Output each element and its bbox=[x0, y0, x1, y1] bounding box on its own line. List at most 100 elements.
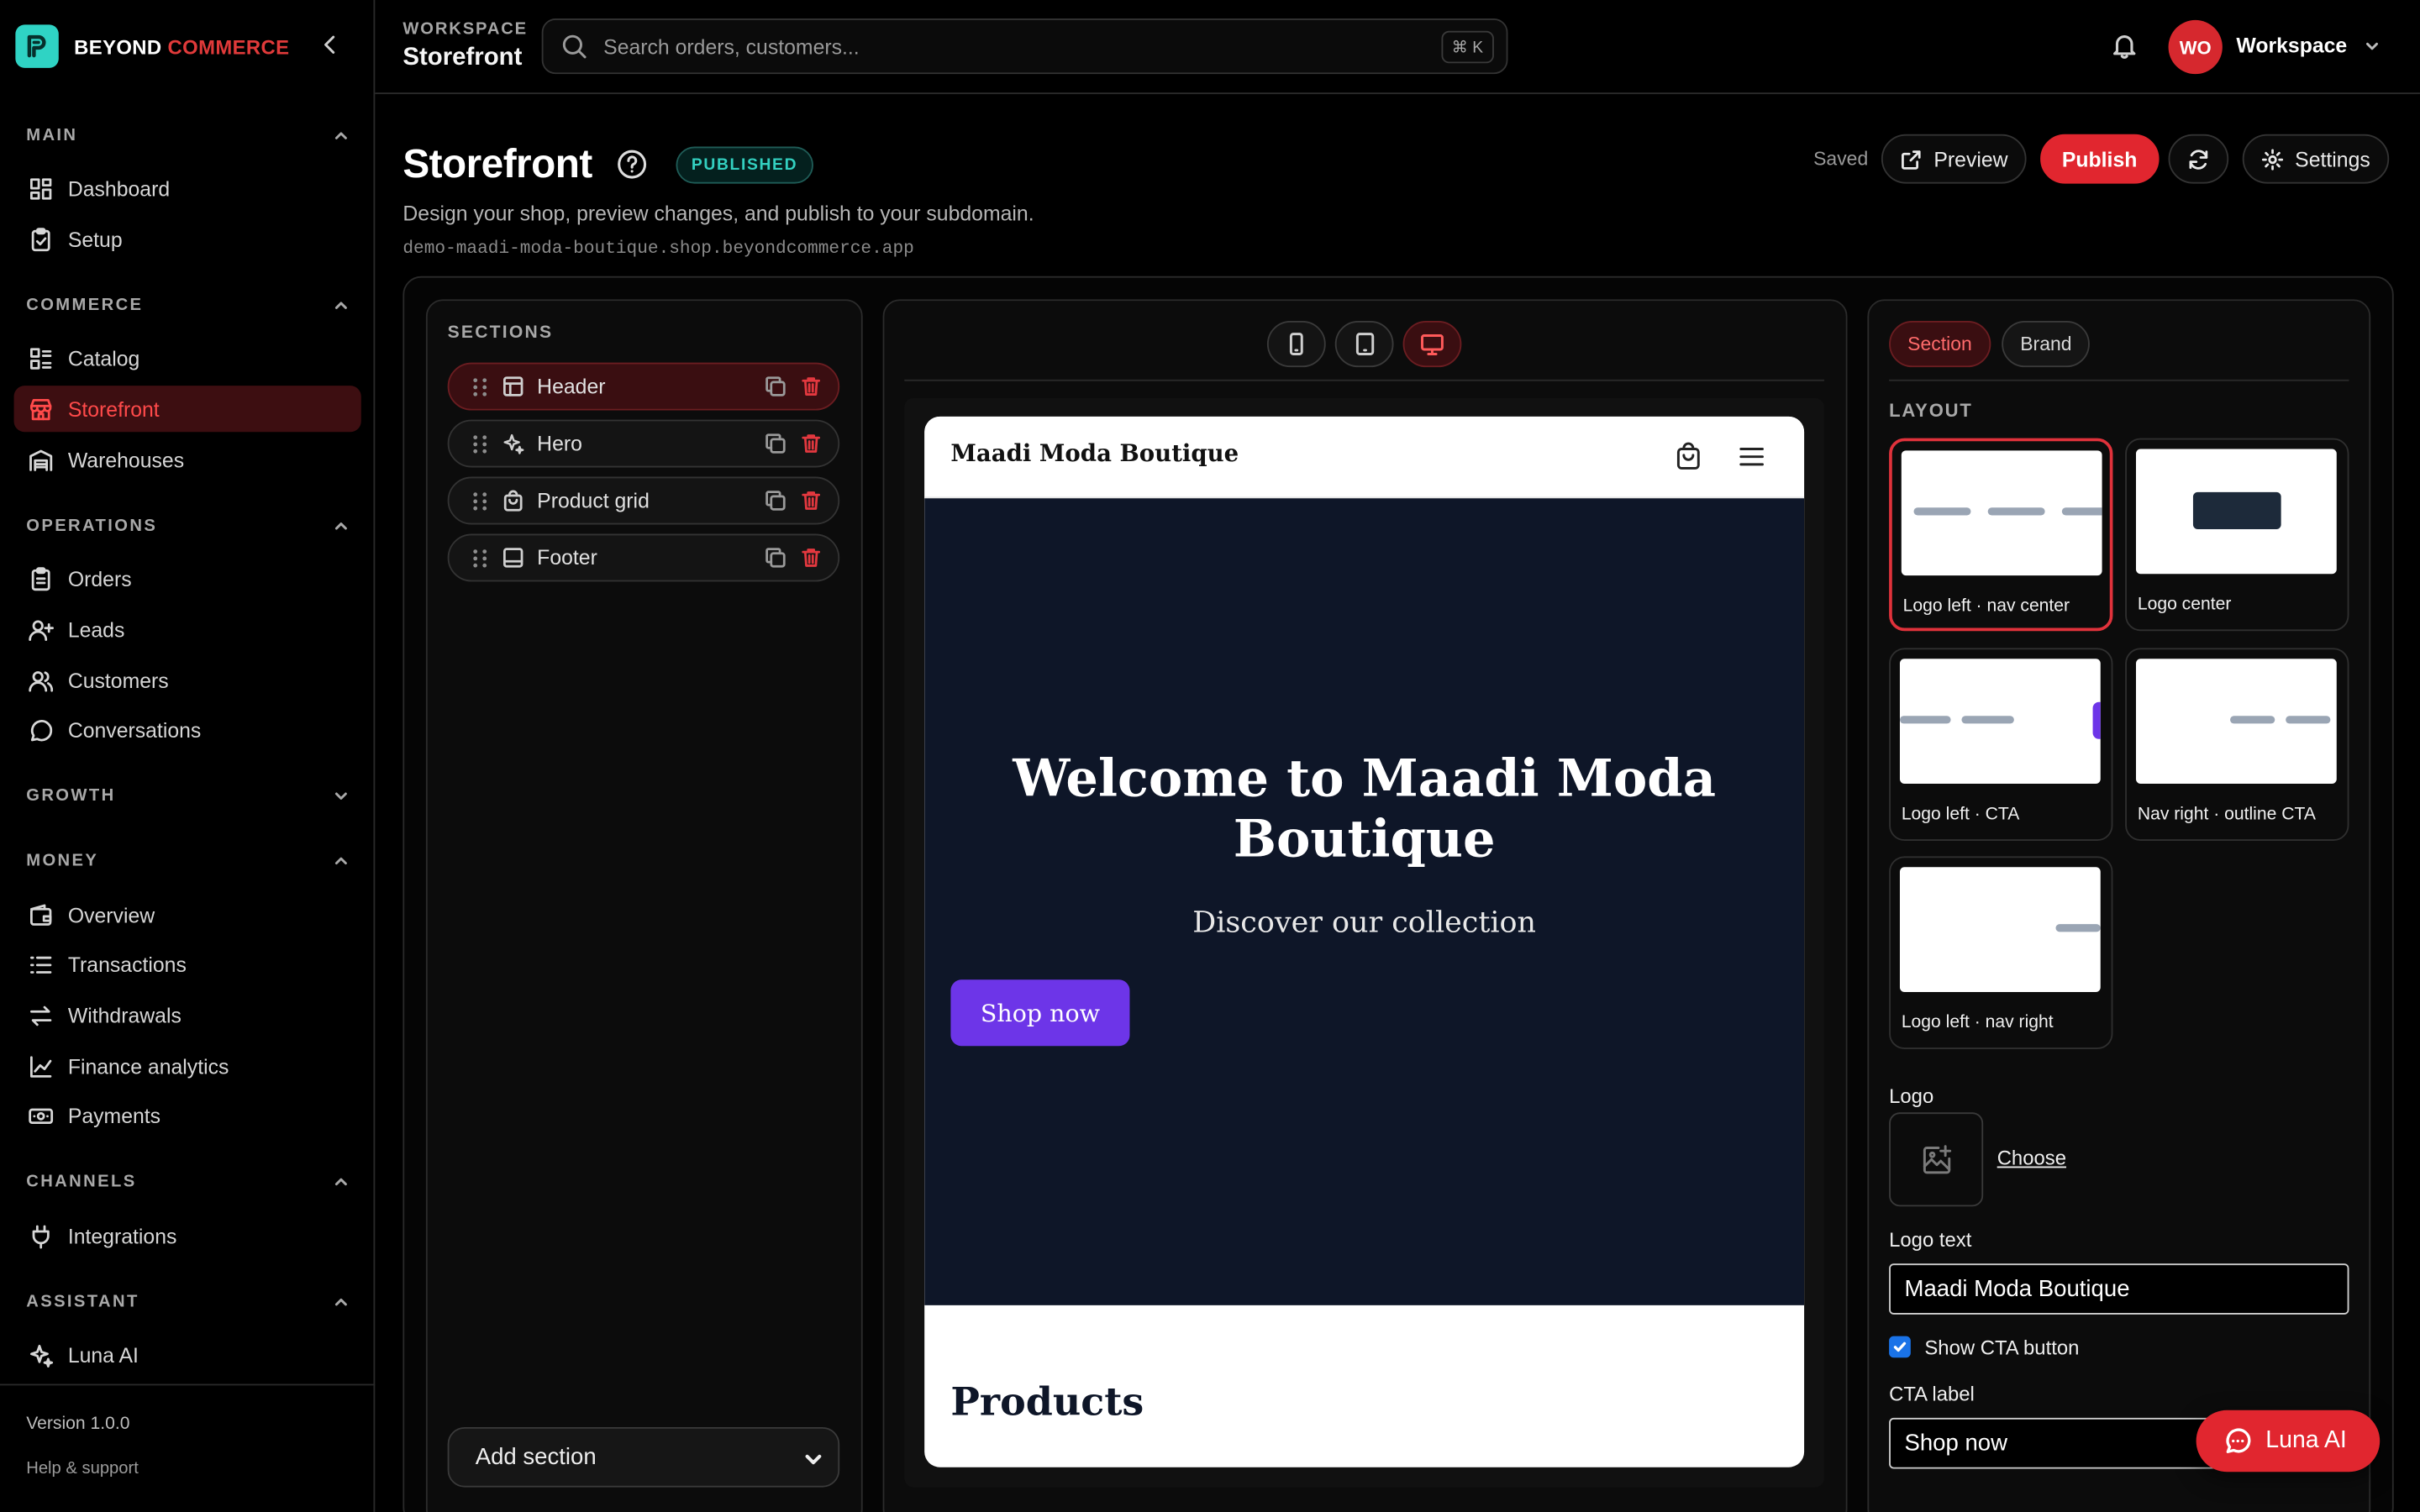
group-commerce[interactable]: COMMERCE bbox=[26, 297, 350, 315]
search-input[interactable] bbox=[603, 34, 1407, 58]
sidebar-item-integrations[interactable]: Integrations bbox=[14, 1213, 361, 1259]
group-label: MAIN bbox=[26, 126, 78, 145]
search-bar[interactable]: ⌘ K bbox=[541, 18, 1508, 75]
device-mobile-button[interactable] bbox=[1266, 321, 1326, 368]
layout-option-nav-right-outline-cta[interactable]: Nav right · outline CTA bbox=[2125, 648, 2349, 842]
sections-title: SECTIONS bbox=[447, 323, 554, 343]
clipboard-list-icon bbox=[31, 566, 50, 591]
luna-ai-button[interactable]: Luna AI bbox=[2196, 1410, 2381, 1473]
sidebar-divider bbox=[0, 1383, 376, 1386]
status-badge: PUBLISHED bbox=[676, 146, 813, 184]
collapse-sidebar-button[interactable] bbox=[318, 33, 342, 57]
section-item-header[interactable]: Header bbox=[447, 362, 840, 411]
preview-button[interactable]: Preview bbox=[1881, 134, 2027, 184]
help-support-link[interactable]: Help & support bbox=[26, 1460, 139, 1478]
layout-option-logo-left-nav-center[interactable]: Logo left · nav center bbox=[1889, 438, 2113, 632]
duplicate-icon[interactable] bbox=[764, 546, 787, 570]
brand[interactable]: BEYOND COMMERCE bbox=[15, 24, 290, 68]
section-item-label: Header bbox=[537, 375, 606, 398]
preview-hero[interactable]: Welcome to Maadi Moda Boutique Discover … bbox=[924, 498, 1805, 1305]
products-heading: Products bbox=[950, 1379, 1144, 1425]
refresh-icon bbox=[2189, 149, 2208, 169]
sidebar-item-finance-analytics[interactable]: Finance analytics bbox=[14, 1043, 361, 1089]
drag-handle-icon[interactable] bbox=[471, 547, 489, 569]
drag-handle-icon[interactable] bbox=[471, 490, 489, 512]
trash-icon[interactable] bbox=[799, 432, 823, 455]
user-plus-icon bbox=[29, 619, 54, 641]
show-cta-checkbox[interactable] bbox=[1889, 1336, 1911, 1358]
group-growth[interactable]: GROWTH bbox=[26, 787, 350, 806]
layout-thumbnail bbox=[2135, 659, 2337, 785]
nav-bar bbox=[2061, 507, 2102, 516]
sidebar-item-label: Overview bbox=[67, 903, 155, 927]
sidebar-item-orders[interactable]: Orders bbox=[14, 555, 361, 601]
group-label: ASSISTANT bbox=[26, 1293, 139, 1312]
hero-cta-button[interactable]: Shop now bbox=[950, 979, 1130, 1047]
section-item-footer[interactable]: Footer bbox=[447, 533, 840, 582]
settings-button[interactable]: Settings bbox=[2242, 134, 2389, 184]
device-desktop-button[interactable] bbox=[1402, 321, 1462, 368]
duplicate-icon[interactable] bbox=[764, 489, 787, 512]
sidebar-item-payments[interactable]: Payments bbox=[14, 1092, 361, 1138]
publish-button[interactable]: Publish bbox=[2040, 134, 2160, 184]
section-item-hero[interactable]: Hero bbox=[447, 419, 840, 468]
search-shortcut-badge: ⌘ K bbox=[1440, 30, 1494, 64]
shopping-bag-icon[interactable] bbox=[1673, 441, 1704, 472]
sidebar: BEYOND COMMERCE MAIN Dashboard Setup COM… bbox=[0, 0, 376, 1512]
trash-icon[interactable] bbox=[799, 546, 823, 570]
sidebar-item-catalog[interactable]: Catalog bbox=[14, 335, 361, 381]
arrows-exchange-icon bbox=[30, 1005, 52, 1026]
group-operations[interactable]: OPERATIONS bbox=[26, 517, 350, 535]
device-tablet-button[interactable] bbox=[1334, 321, 1394, 368]
group-assistant[interactable]: ASSISTANT bbox=[26, 1293, 350, 1311]
sidebar-item-luna-ai[interactable]: Luna AI bbox=[14, 1331, 361, 1378]
sidebar-item-warehouses[interactable]: Warehouses bbox=[14, 437, 361, 483]
logo-text-label: Logo text bbox=[1889, 1228, 1972, 1252]
choose-logo-link[interactable]: Choose bbox=[1997, 1147, 2066, 1170]
workspace-menu[interactable]: Workspace bbox=[2236, 34, 2381, 57]
sidebar-item-withdrawals[interactable]: Withdrawals bbox=[14, 992, 361, 1038]
preview-header[interactable]: Maadi Moda Boutique bbox=[924, 416, 1805, 499]
sidebar-item-label: Catalog bbox=[67, 346, 140, 370]
chevron-down-icon bbox=[334, 792, 347, 800]
menu-icon[interactable] bbox=[1736, 441, 1767, 472]
layout-option-logo-left-cta[interactable]: Logo left · CTA bbox=[1889, 648, 2113, 842]
sidebar-item-dashboard[interactable]: Dashboard bbox=[14, 165, 361, 212]
sidebar-item-setup[interactable]: Setup bbox=[14, 216, 361, 262]
layout-option-logo-left-nav-right[interactable]: Logo left · nav right bbox=[1889, 856, 2113, 1049]
sidebar-item-label: Customers bbox=[67, 669, 169, 692]
preview-button-label: Preview bbox=[1933, 147, 2008, 171]
group-main[interactable]: MAIN bbox=[26, 127, 350, 145]
sidebar-item-transactions[interactable]: Transactions bbox=[14, 941, 361, 987]
sidebar-item-leads[interactable]: Leads bbox=[14, 606, 361, 653]
sidebar-item-customers[interactable]: Customers bbox=[14, 657, 361, 703]
tab-section[interactable]: Section bbox=[1889, 321, 1991, 368]
sidebar-item-label: Integrations bbox=[67, 1224, 177, 1247]
section-item-product-grid[interactable]: Product grid bbox=[447, 476, 840, 525]
help-button[interactable] bbox=[616, 148, 649, 181]
chevron-up-icon bbox=[334, 522, 347, 530]
drag-handle-icon[interactable] bbox=[471, 375, 489, 397]
drag-handle-icon[interactable] bbox=[471, 433, 489, 454]
layout-option-logo-center[interactable]: Logo center bbox=[2125, 438, 2349, 632]
sidebar-item-storefront[interactable]: Storefront bbox=[13, 386, 361, 433]
trash-icon[interactable] bbox=[799, 489, 823, 512]
nav-bar bbox=[2230, 716, 2275, 724]
group-money[interactable]: MONEY bbox=[26, 852, 350, 870]
notifications-button[interactable] bbox=[2110, 31, 2139, 60]
avatar[interactable]: WO bbox=[2168, 19, 2223, 75]
section-item-label: Hero bbox=[537, 432, 582, 455]
logo-upload-box[interactable] bbox=[1889, 1112, 1984, 1207]
logo-text-input[interactable] bbox=[1889, 1263, 2349, 1315]
add-section-select[interactable]: Add section bbox=[447, 1426, 840, 1488]
duplicate-icon[interactable] bbox=[764, 432, 787, 455]
storefront-preview: Maadi Moda Boutique Welcome to Maadi Mod… bbox=[924, 416, 1805, 1467]
brand-name-part2: COMMERCE bbox=[167, 34, 290, 58]
sidebar-item-conversations[interactable]: Conversations bbox=[14, 706, 361, 753]
sidebar-item-overview[interactable]: Overview bbox=[14, 892, 361, 938]
duplicate-icon[interactable] bbox=[764, 375, 787, 398]
tab-brand[interactable]: Brand bbox=[2002, 321, 2091, 368]
trash-icon[interactable] bbox=[799, 375, 823, 398]
group-channels[interactable]: CHANNELS bbox=[26, 1173, 350, 1191]
refresh-button[interactable] bbox=[2168, 134, 2229, 184]
